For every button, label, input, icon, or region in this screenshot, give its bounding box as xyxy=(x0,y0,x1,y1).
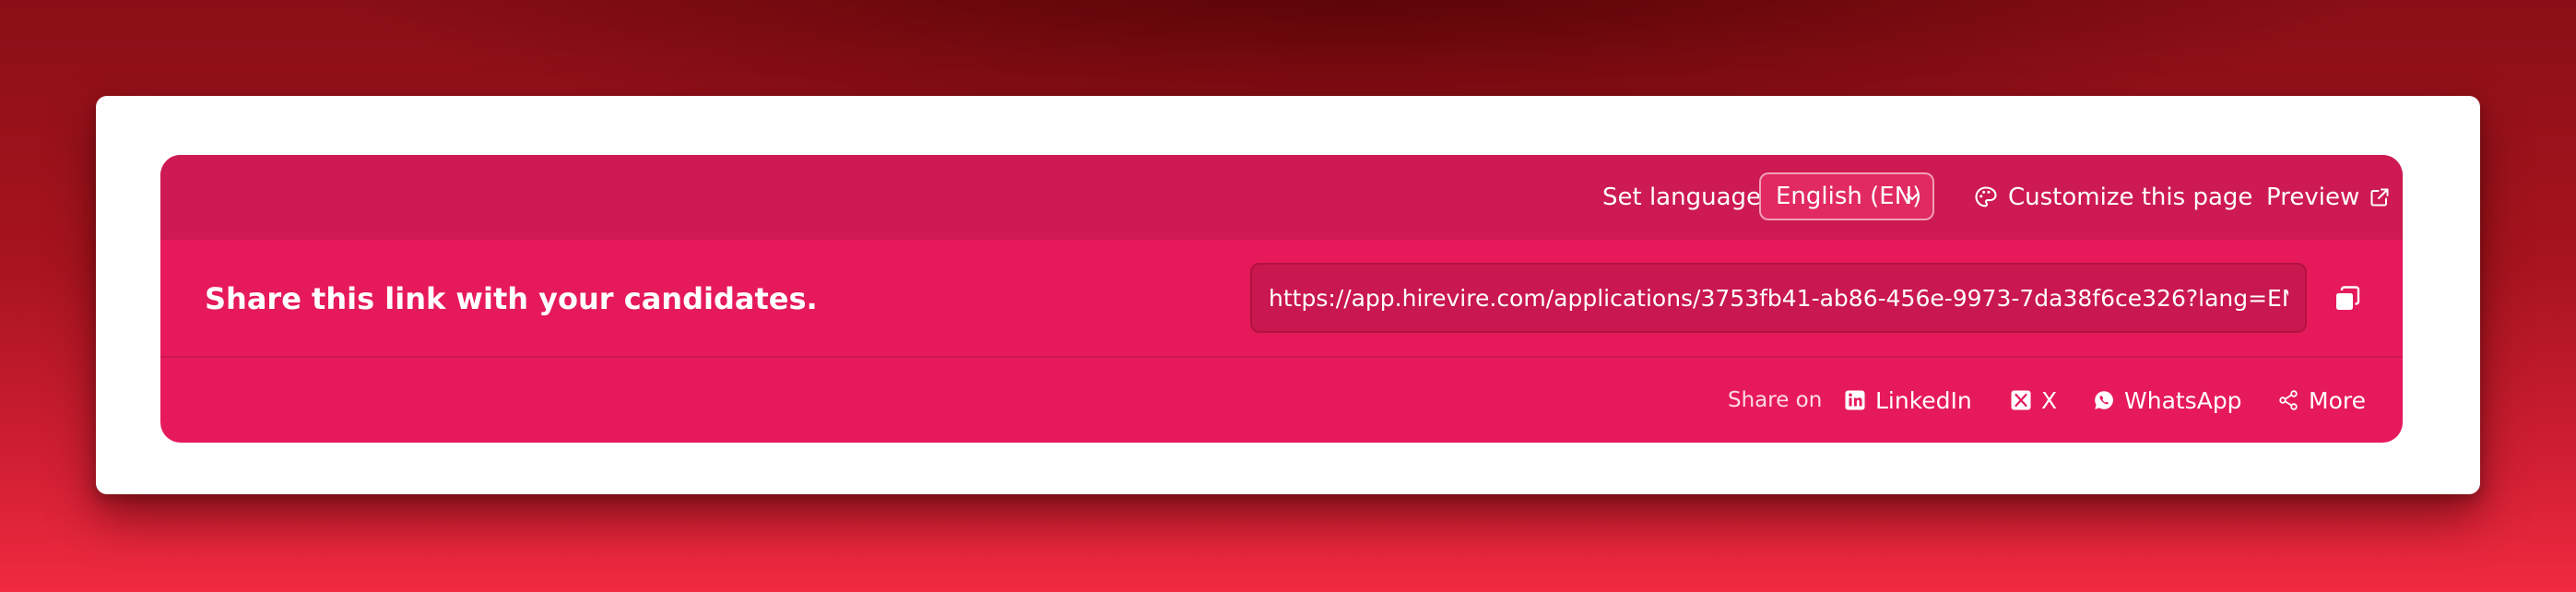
language-select-value: English (EN) xyxy=(1776,183,1922,210)
share-panel: Set language English (EN) Customize this… xyxy=(160,155,2403,443)
copy-icon xyxy=(2336,286,2360,310)
share-whatsapp-label: WhatsApp xyxy=(2124,386,2242,414)
palette-icon xyxy=(1975,186,1997,207)
share-on-label: Share on xyxy=(1728,388,1823,412)
share-linkedin-button[interactable]: LinkedIn xyxy=(1844,382,1972,419)
set-language-label: Set language xyxy=(1602,184,1762,211)
share-more-label: More xyxy=(2309,386,2366,414)
language-select[interactable]: English (EN) xyxy=(1759,172,1934,220)
customize-page-button[interactable]: Customize this page xyxy=(1973,177,2252,218)
customize-page-label: Customize this page xyxy=(2008,184,2253,211)
external-link-icon xyxy=(2370,188,2389,207)
share-heading: Share this link with your candidates. xyxy=(205,281,818,316)
x-icon xyxy=(2011,390,2031,410)
share-icon xyxy=(2279,390,2298,410)
chevron-down-icon xyxy=(1906,193,1919,201)
whatsapp-icon xyxy=(2095,391,2113,409)
share-linkedin-label: LinkedIn xyxy=(1875,386,1972,414)
preview-button[interactable]: Preview xyxy=(2266,177,2391,218)
linkedin-icon xyxy=(1845,390,1865,410)
share-more-button[interactable]: More xyxy=(2277,382,2366,419)
copy-link-button[interactable] xyxy=(2327,278,2368,319)
share-card: Set language English (EN) Customize this… xyxy=(96,96,2480,494)
share-x-label: X xyxy=(2041,386,2058,414)
share-x-button[interactable]: X xyxy=(2010,382,2057,419)
preview-label: Preview xyxy=(2266,184,2360,211)
share-link-input[interactable] xyxy=(1250,263,2307,333)
divider xyxy=(160,356,2403,358)
share-whatsapp-button[interactable]: WhatsApp xyxy=(2093,382,2242,419)
